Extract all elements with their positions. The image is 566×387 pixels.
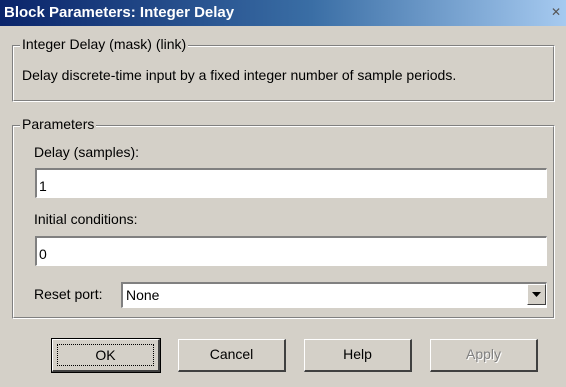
window-title: Block Parameters: Integer Delay — [4, 4, 235, 21]
apply-button[interactable]: Apply — [430, 339, 538, 372]
initial-conditions-input[interactable] — [35, 236, 547, 266]
cancel-button-label: Cancel — [209, 346, 254, 362]
help-button[interactable]: Help — [304, 339, 412, 372]
dialog-window: Block Parameters: Integer Delay ✕ Intege… — [0, 0, 566, 387]
reset-port-select[interactable]: None — [121, 282, 547, 308]
title-bar[interactable]: Block Parameters: Integer Delay ✕ — [0, 0, 566, 26]
reset-port-label: Reset port: — [34, 286, 103, 302]
description-text: Delay discrete-time input by a fixed int… — [22, 67, 457, 83]
chevron-down-icon[interactable] — [527, 284, 546, 305]
delay-samples-input[interactable] — [35, 168, 547, 198]
ok-button-label: OK — [95, 347, 116, 363]
parameters-group-legend: Parameters — [20, 116, 97, 132]
cancel-button[interactable]: Cancel — [178, 339, 286, 372]
help-button-label: Help — [343, 346, 372, 362]
ok-button[interactable]: OK — [51, 338, 161, 373]
close-icon[interactable]: ✕ — [548, 5, 564, 19]
initial-conditions-label: Initial conditions: — [34, 211, 138, 227]
reset-port-value: None — [126, 287, 160, 303]
delay-samples-label: Delay (samples): — [34, 144, 140, 160]
description-group-legend: Integer Delay (mask) (link) — [20, 36, 189, 52]
apply-button-label: Apply — [465, 346, 502, 362]
